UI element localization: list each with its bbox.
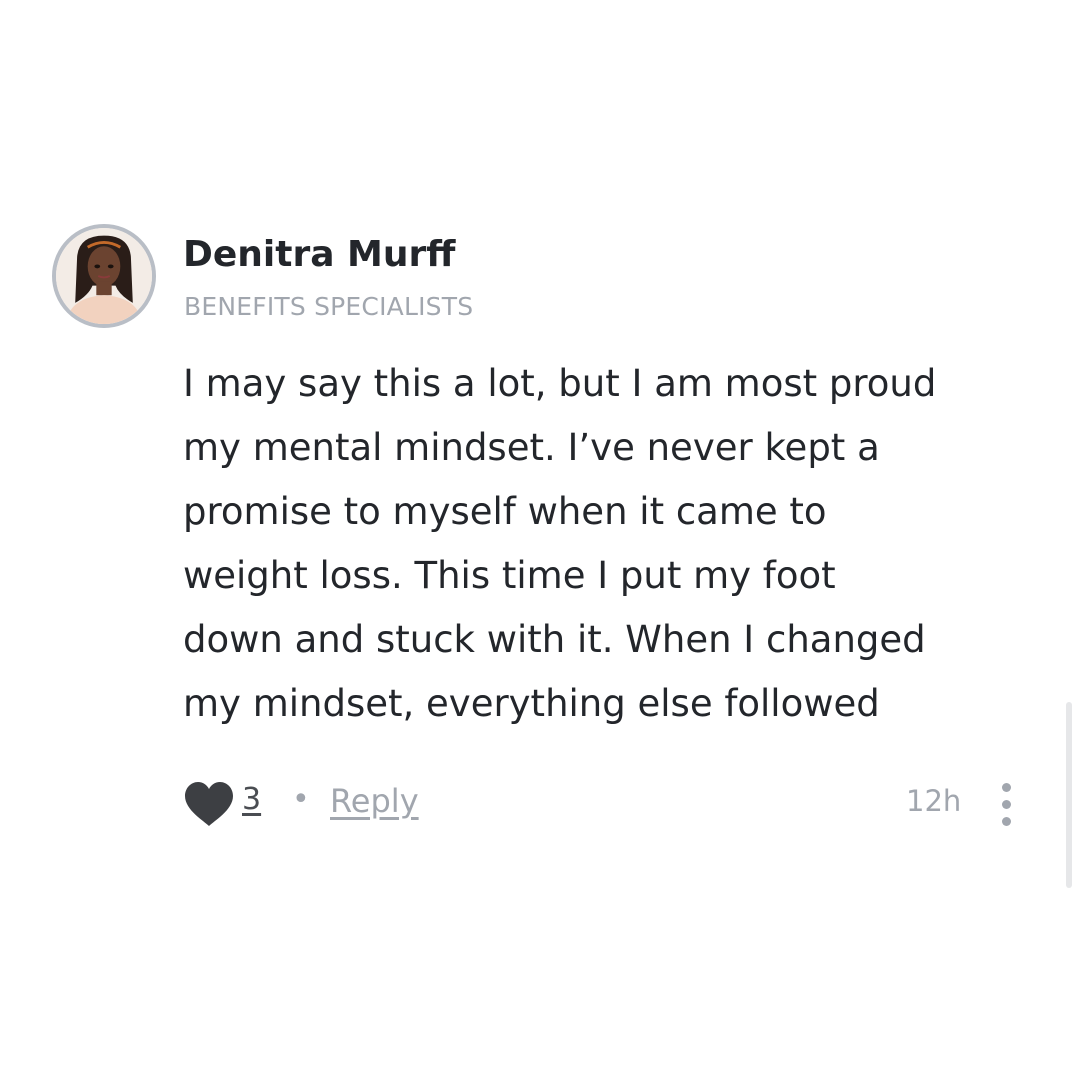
avatar[interactable] bbox=[52, 224, 156, 328]
reply-link[interactable]: Reply bbox=[290, 782, 419, 820]
comment-body-line: down and stuck with it. When I changed bbox=[183, 618, 926, 661]
heart-icon[interactable] bbox=[182, 780, 236, 828]
profile-photo-icon bbox=[56, 228, 152, 324]
comment-body-line: promise to myself when it came to bbox=[183, 490, 827, 533]
comment-body-line: my mental mindset. I’ve never kept a bbox=[183, 426, 880, 469]
like-count[interactable]: 3 bbox=[242, 782, 261, 817]
comment-body-line: my mindset, everything else followed bbox=[183, 682, 880, 725]
comment-card: Denitra Murff BENEFITS SPECIALISTS I may… bbox=[0, 0, 1080, 1080]
comment-body-line: weight loss. This time I put my foot bbox=[183, 554, 836, 597]
vertical-ellipsis-icon[interactable] bbox=[994, 783, 1018, 827]
author-role: BENEFITS SPECIALISTS bbox=[184, 292, 474, 321]
author-name[interactable]: Denitra Murff bbox=[183, 234, 455, 275]
comment-body-line: I may say this a lot, but I am most prou… bbox=[183, 362, 937, 405]
comment-body: I may say this a lot, but I am most prou… bbox=[183, 352, 1053, 736]
scrollbar[interactable] bbox=[1066, 702, 1072, 888]
timestamp: 12h bbox=[906, 784, 962, 818]
